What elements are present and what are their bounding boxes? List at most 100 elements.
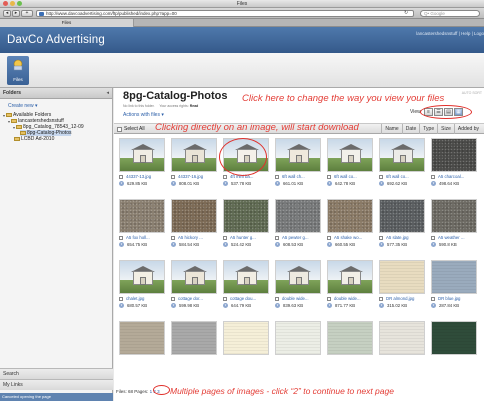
sort-added-by[interactable]: Added by	[453, 124, 482, 134]
tree-toggle-icon[interactable]: ▾	[8, 119, 10, 124]
file-name[interactable]: A5 hunter g...	[230, 235, 256, 240]
file-menu-icon[interactable]: ▾	[119, 181, 124, 186]
file-checkbox[interactable]	[223, 235, 227, 240]
file-tile[interactable]	[376, 321, 428, 382]
sidebar-my-links-panel[interactable]: My Links	[0, 379, 113, 390]
file-thumbnail[interactable]	[431, 138, 477, 172]
file-thumbnail[interactable]	[327, 138, 373, 172]
file-menu-icon[interactable]: ▾	[275, 181, 280, 186]
tree-toggle-icon[interactable]: ▾	[13, 125, 15, 130]
file-tile[interactable]: A5 slate.jpg ▾ 577.35 KB	[376, 199, 428, 260]
file-thumbnail[interactable]	[379, 260, 425, 294]
file-tile[interactable]: 6ft wall co... ▾ 692.62 KB	[376, 138, 428, 199]
file-name[interactable]: double wide...	[334, 296, 361, 301]
file-checkbox[interactable]	[327, 174, 331, 179]
file-checkbox[interactable]	[379, 296, 383, 301]
file-menu-icon[interactable]: ▾	[119, 303, 124, 308]
file-checkbox[interactable]	[431, 296, 435, 301]
file-checkbox[interactable]	[431, 235, 435, 240]
file-menu-icon[interactable]: ▾	[327, 242, 332, 247]
file-checkbox[interactable]	[171, 296, 175, 301]
actions-with-files-menu[interactable]: Actions with files ▾	[123, 112, 164, 118]
file-thumbnail[interactable]	[171, 260, 217, 294]
file-name[interactable]: cottage dor...	[178, 296, 203, 301]
file-tile[interactable]: 44337-13.jpg ▾ 629.85 KB	[116, 138, 168, 199]
page-link-1[interactable]: 1	[150, 389, 153, 394]
file-name[interactable]: A5 shake wo...	[334, 235, 362, 240]
file-checkbox[interactable]	[275, 174, 279, 179]
file-tile[interactable]: 44337-16.jpg ▾ 808.01 KB	[168, 138, 220, 199]
file-menu-icon[interactable]: ▾	[223, 181, 228, 186]
file-menu-icon[interactable]: ▾	[171, 242, 176, 247]
file-name[interactable]: 44337-16.jpg	[178, 174, 203, 179]
sort-name[interactable]: Name	[381, 124, 401, 134]
file-thumbnail[interactable]	[431, 321, 477, 355]
file-checkbox[interactable]	[119, 174, 123, 179]
files-tool-button[interactable]: Files	[7, 56, 29, 85]
file-thumbnail[interactable]	[275, 260, 321, 294]
file-tile[interactable]: cottage dou... ▾ 644.79 KB	[220, 260, 272, 321]
file-tile[interactable]: A5 hunter g... ▾ 524.42 KB	[220, 199, 272, 260]
file-checkbox[interactable]	[119, 296, 123, 301]
tree-item-lcbd-ad[interactable]: LCBD Ad-2010	[14, 136, 54, 142]
file-checkbox[interactable]	[275, 296, 279, 301]
file-thumbnail[interactable]	[431, 199, 477, 233]
file-menu-icon[interactable]: ▾	[171, 181, 176, 186]
file-tile[interactable]: 6ft wall co... ▾ 642.78 KB	[324, 138, 376, 199]
file-name[interactable]: 44337-13.jpg	[126, 174, 151, 179]
file-thumbnail[interactable]	[379, 199, 425, 233]
file-name[interactable]: A5 charcoal...	[438, 174, 464, 179]
file-menu-icon[interactable]: ▾	[379, 242, 384, 247]
file-checkbox[interactable]	[379, 235, 383, 240]
file-name[interactable]: A5 hickory ...	[178, 235, 203, 240]
file-tile[interactable]	[272, 321, 324, 382]
forward-arrow-icon[interactable]: ▸	[12, 10, 20, 17]
file-menu-icon[interactable]: ▾	[431, 242, 436, 247]
file-name[interactable]: A5 fox holl...	[126, 235, 150, 240]
file-thumbnail[interactable]	[275, 321, 321, 355]
tab-files[interactable]: Files	[0, 19, 134, 27]
file-tile[interactable]	[324, 321, 376, 382]
file-tile[interactable]	[168, 321, 220, 382]
file-tile[interactable]: DR blue.jpg ▾ 287.84 KB	[428, 260, 480, 321]
app-logo[interactable]: DavCo Advertising	[7, 34, 105, 46]
file-checkbox[interactable]	[171, 174, 175, 179]
collapse-sidebar-icon[interactable]: ◂	[106, 88, 109, 99]
file-tile[interactable]: 6ft wall ch... ▾ 661.01 KB	[272, 138, 324, 199]
file-tile[interactable]	[116, 321, 168, 382]
file-thumbnail[interactable]	[119, 260, 165, 294]
file-menu-icon[interactable]: ▾	[327, 303, 332, 308]
file-tile[interactable]: double wide... ▾ 839.63 KB	[272, 260, 324, 321]
file-checkbox[interactable]	[275, 235, 279, 240]
file-checkbox[interactable]	[171, 235, 175, 240]
file-name[interactable]: A5 weather ...	[438, 235, 465, 240]
file-name[interactable]: 6ft wall co...	[386, 174, 409, 179]
file-menu-icon[interactable]: ▾	[431, 181, 436, 186]
file-thumbnail[interactable]	[379, 321, 425, 355]
file-tile[interactable]: chalet.jpg ▾ 680.57 KB	[116, 260, 168, 321]
file-menu-icon[interactable]: ▾	[379, 181, 384, 186]
url-field[interactable]: http://www.davcoadvertising.com/ftp/publ…	[36, 10, 414, 17]
file-tile[interactable]: cottage dor... ▾ 599.98 KB	[168, 260, 220, 321]
file-checkbox[interactable]	[379, 174, 383, 179]
file-tile[interactable]: A5 shake wo... ▾ 660.55 KB	[324, 199, 376, 260]
file-checkbox[interactable]	[223, 174, 227, 179]
file-menu-icon[interactable]: ▾	[327, 181, 332, 186]
file-tile[interactable]: A5 hickory ... ▾ 584.54 KB	[168, 199, 220, 260]
file-name[interactable]: DR blue.jpg	[438, 296, 460, 301]
create-new-link[interactable]: Create new ▾	[8, 103, 37, 109]
file-tile[interactable]: A5 pewter g... ▾ 608.53 KB	[272, 199, 324, 260]
header-links[interactable]: lancastershedsnstuff | Help | Logo	[416, 31, 484, 36]
file-thumbnail[interactable]	[119, 321, 165, 355]
file-name[interactable]: DR almond.jpg	[386, 296, 414, 301]
file-menu-icon[interactable]: ▾	[379, 303, 384, 308]
file-name[interactable]: cottage dou...	[230, 296, 256, 301]
file-thumbnail[interactable]	[327, 321, 373, 355]
sort-date[interactable]: Date	[401, 124, 420, 134]
file-checkbox[interactable]	[223, 296, 227, 301]
file-tile[interactable]	[220, 321, 272, 382]
file-thumbnail[interactable]	[119, 199, 165, 233]
file-thumbnail[interactable]	[327, 199, 373, 233]
file-thumbnail[interactable]	[171, 138, 217, 172]
file-name[interactable]: double wide...	[282, 296, 309, 301]
